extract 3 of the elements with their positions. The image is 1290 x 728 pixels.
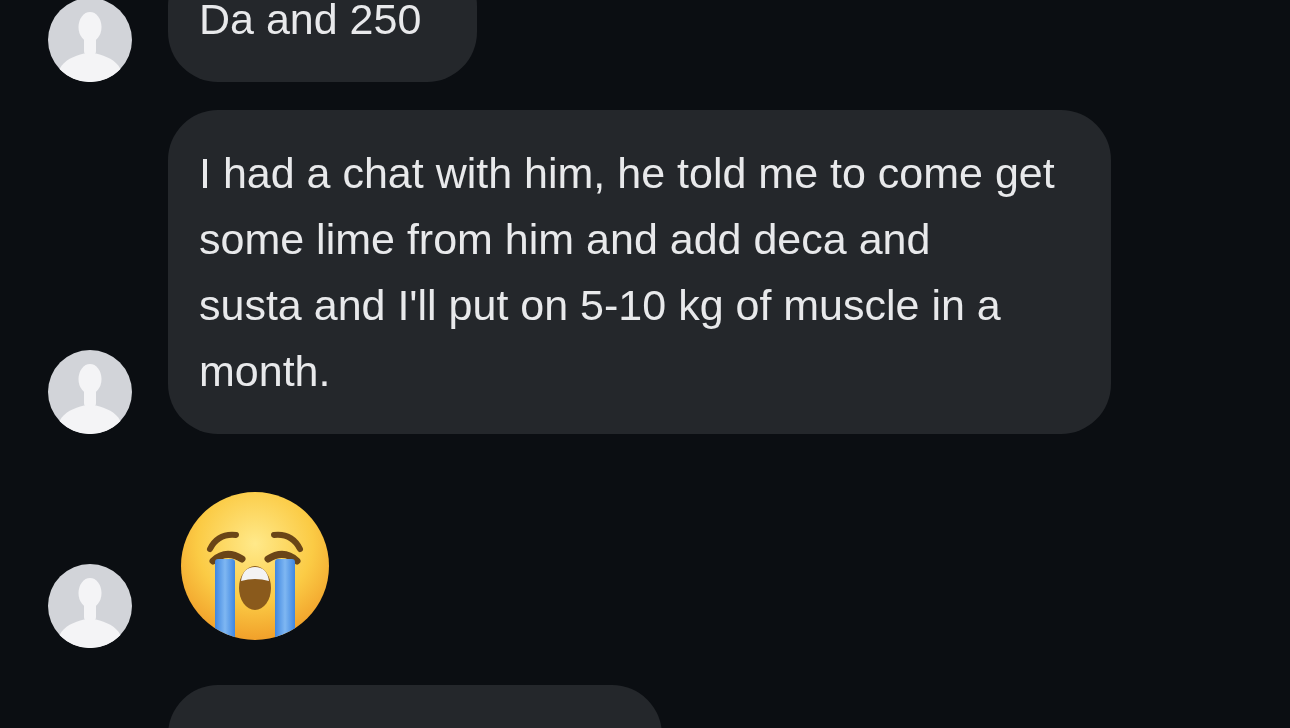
crying-face-icon — [180, 491, 330, 641]
message-text: I had a chat with him, he told me to come get some lime from him and add deca and susta and I'll put on 5-10 kg of muscle in a month. — [199, 148, 1055, 397]
message-text: Da and 250 — [199, 0, 422, 45]
